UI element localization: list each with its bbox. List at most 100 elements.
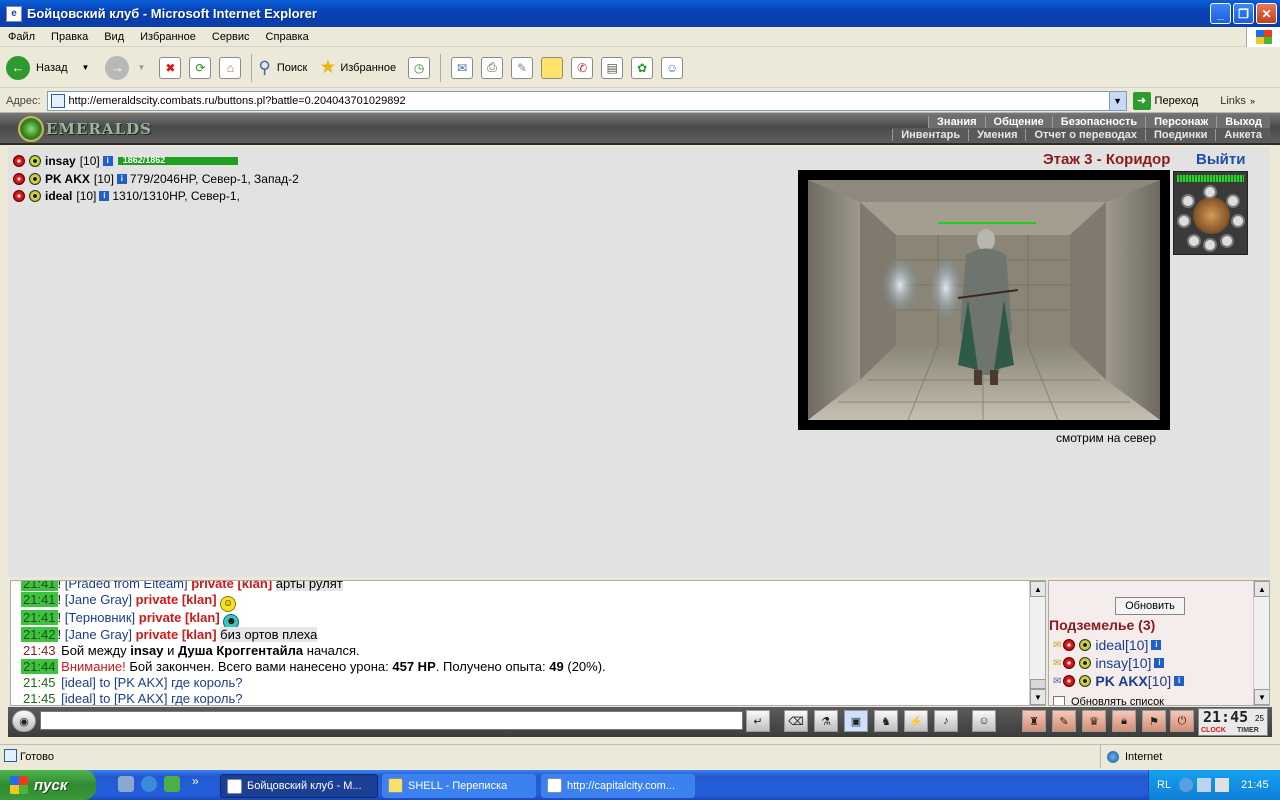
chat-time[interactable]: 21:42 bbox=[21, 627, 58, 642]
quicklaunch-app-icon[interactable] bbox=[164, 776, 180, 792]
transfer-icon[interactable]: ✉ bbox=[1053, 676, 1061, 687]
smiles-icon[interactable]: ☺ bbox=[972, 710, 996, 732]
chat-scrollbar[interactable]: ▲ ▼ bbox=[1029, 581, 1045, 705]
eraser-icon[interactable]: ⌫ bbox=[784, 710, 808, 732]
room-player-name[interactable]: insay bbox=[1095, 655, 1128, 671]
bag-icon[interactable]: ♜ bbox=[1022, 710, 1046, 732]
nav-skills[interactable]: Умения bbox=[968, 129, 1025, 141]
menu-file[interactable]: Файл bbox=[0, 31, 43, 43]
note-icon[interactable] bbox=[541, 56, 564, 79]
attack-icon[interactable] bbox=[1063, 657, 1076, 669]
scroll-down-icon[interactable]: ▼ bbox=[1030, 689, 1045, 705]
chat-recipient[interactable]: to [PK AKX] bbox=[100, 675, 168, 690]
info-icon[interactable]: i bbox=[1154, 658, 1165, 668]
chat-sender[interactable]: [ideal] bbox=[61, 675, 96, 690]
fighter-icon[interactable]: ♞ bbox=[874, 710, 898, 732]
info-icon[interactable]: i bbox=[99, 191, 110, 201]
scroll-up-icon[interactable]: ▲ bbox=[1030, 581, 1045, 597]
links-chevron-icon[interactable]: » bbox=[1250, 96, 1255, 106]
attack-icon[interactable] bbox=[13, 155, 25, 167]
quicklaunch-desktop-icon[interactable] bbox=[118, 776, 134, 792]
menu-favorites[interactable]: Избранное bbox=[132, 31, 204, 43]
nav-character[interactable]: Персонаж bbox=[1145, 116, 1216, 128]
chat-sender[interactable]: [Терновник] bbox=[65, 610, 135, 625]
step-back-left-button[interactable] bbox=[1187, 234, 1201, 248]
search-button[interactable]: ⚲ Поиск bbox=[258, 51, 307, 85]
icq-icon[interactable]: ✿ bbox=[631, 56, 654, 79]
attack-icon[interactable] bbox=[1063, 675, 1076, 687]
task-capitalcity[interactable]: http://capitalcity.com... bbox=[541, 774, 695, 798]
favorites-button[interactable]: ★ Избранное bbox=[319, 51, 396, 85]
menu-help[interactable]: Справка bbox=[258, 31, 317, 43]
exit-link[interactable]: Выйти bbox=[1196, 151, 1245, 168]
chat-sender[interactable]: [ideal] bbox=[61, 691, 96, 705]
menu-view[interactable]: Вид bbox=[96, 31, 132, 43]
player-name[interactable]: PK AKX bbox=[45, 172, 90, 186]
chat-time[interactable]: 21:41 bbox=[21, 581, 58, 591]
stop-icon[interactable]: ✖ bbox=[159, 56, 182, 79]
quicklaunch-more-icon[interactable]: » bbox=[192, 774, 199, 788]
research-icon[interactable]: ▤ bbox=[601, 56, 624, 79]
menu-edit[interactable]: Правка bbox=[43, 31, 96, 43]
flag-icon[interactable]: ⚑ bbox=[1142, 710, 1166, 732]
nav-security[interactable]: Безопасность bbox=[1051, 116, 1145, 128]
start-button[interactable]: пуск bbox=[0, 770, 96, 800]
task-combats[interactable]: Бойцовский клуб - M... bbox=[220, 774, 378, 798]
auto-refresh-checkbox[interactable] bbox=[1053, 696, 1065, 705]
move-west-button[interactable] bbox=[1177, 214, 1191, 228]
links-button[interactable]: Links bbox=[1220, 95, 1246, 107]
info-icon[interactable]: i bbox=[1151, 640, 1162, 650]
lock-icon[interactable]: 🔒︎ bbox=[1112, 710, 1136, 732]
address-input[interactable]: http://emeraldscity.combats.ru/buttons.p… bbox=[46, 90, 1127, 111]
chat-time[interactable]: 21:45 bbox=[21, 675, 58, 690]
tray-network-icon[interactable] bbox=[1197, 778, 1212, 792]
messenger-icon[interactable]: ✆ bbox=[571, 56, 594, 79]
chat-sender[interactable]: [Jane Gray] bbox=[65, 627, 132, 642]
language-indicator[interactable]: RL bbox=[1157, 779, 1171, 791]
refresh-icon[interactable]: ⟳ bbox=[189, 56, 212, 79]
menu-tools[interactable]: Сервис bbox=[204, 31, 258, 43]
back-button[interactable]: ← Назад ▼ bbox=[6, 51, 89, 85]
home-icon[interactable]: ⌂ bbox=[219, 56, 242, 79]
info-icon[interactable]: i bbox=[1174, 676, 1185, 686]
chat-time[interactable]: 21:45 bbox=[21, 691, 58, 705]
nav-inventory[interactable]: Инвентарь bbox=[892, 129, 968, 141]
send-icon[interactable]: ↵ bbox=[746, 710, 770, 732]
attack-icon[interactable] bbox=[13, 173, 25, 185]
save-chat-icon[interactable]: ▣ bbox=[844, 710, 868, 732]
chat-time[interactable]: 21:41 bbox=[21, 592, 58, 607]
transfer-icon[interactable]: ✉ bbox=[1053, 658, 1061, 669]
player-name[interactable]: ideal bbox=[45, 189, 72, 203]
chat-mode-icon[interactable]: ◉ bbox=[12, 710, 36, 732]
print-icon[interactable]: ⎙ bbox=[481, 56, 504, 79]
turn-left-button[interactable] bbox=[1181, 194, 1195, 208]
turn-right-button[interactable] bbox=[1226, 194, 1240, 208]
move-south-button[interactable] bbox=[1203, 238, 1217, 252]
helmet-icon[interactable]: ♛ bbox=[1082, 710, 1106, 732]
nav-transfers[interactable]: Отчет о переводах bbox=[1025, 129, 1145, 141]
nav-knowledge[interactable]: Знания bbox=[928, 116, 984, 128]
info-icon[interactable]: i bbox=[102, 156, 113, 166]
step-back-right-button[interactable] bbox=[1220, 234, 1234, 248]
sound-icon[interactable]: ♪ bbox=[934, 710, 958, 732]
back-dropdown-icon[interactable]: ▼ bbox=[82, 63, 90, 72]
forward-dropdown-icon[interactable]: ▼ bbox=[137, 63, 145, 72]
users-icon[interactable]: ☺ bbox=[661, 56, 684, 79]
edit-icon[interactable]: ✎ bbox=[511, 56, 534, 79]
nav-profile[interactable]: Анкета bbox=[1215, 129, 1270, 141]
attack-icon[interactable] bbox=[13, 190, 25, 202]
speed-icon[interactable]: ⚡ bbox=[904, 710, 928, 732]
address-dropdown-icon[interactable]: ▼ bbox=[1108, 91, 1126, 110]
chat-sender[interactable]: [Jane Gray] bbox=[65, 592, 132, 607]
scroll-up-icon[interactable]: ▲ bbox=[1254, 581, 1269, 597]
maximize-button[interactable]: ❐ bbox=[1233, 3, 1254, 24]
chat-time[interactable]: 21:44 bbox=[21, 659, 58, 674]
tray-clock[interactable]: 21:45 bbox=[1241, 779, 1269, 791]
scroll-icon[interactable]: ✎ bbox=[1052, 710, 1076, 732]
chat-time[interactable]: 21:43 bbox=[21, 643, 58, 658]
room-scrollbar[interactable]: ▲ ▼ bbox=[1253, 581, 1269, 705]
chat-recipient[interactable]: to [PK AKX] bbox=[100, 691, 168, 705]
refresh-button[interactable]: Обновить bbox=[1115, 597, 1185, 615]
transfer-icon[interactable]: ✉ bbox=[1053, 640, 1061, 651]
room-player-name[interactable]: PK AKX bbox=[1095, 673, 1147, 689]
